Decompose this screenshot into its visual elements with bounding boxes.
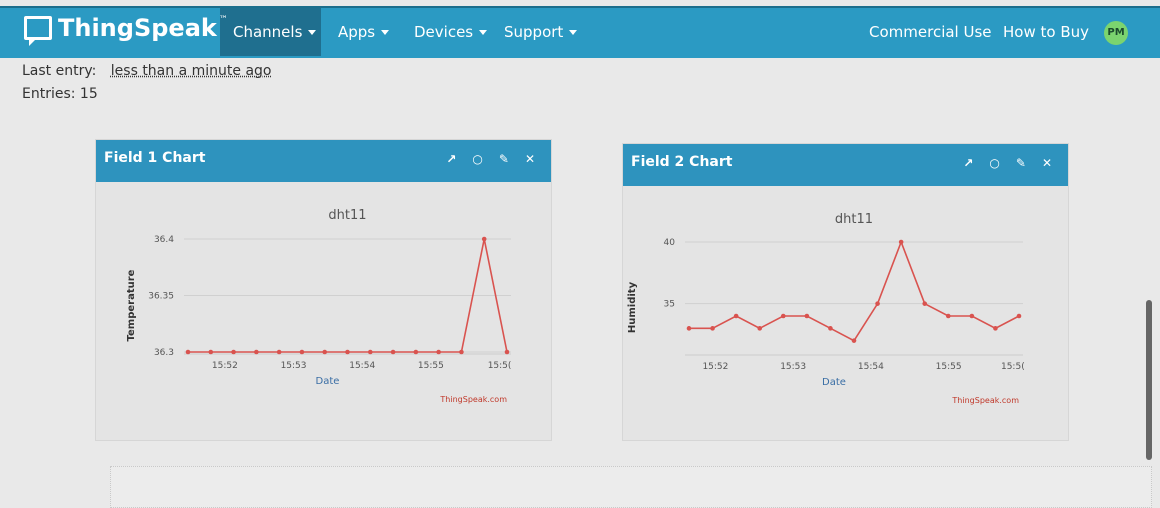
data-point: [390, 349, 396, 355]
nav-commercial-use[interactable]: Commercial Use: [869, 8, 992, 56]
data-point: [780, 313, 786, 319]
data-point: [208, 349, 214, 355]
field1-panel-title: Field 1 Chart: [104, 150, 206, 166]
nav-channels[interactable]: Channels: [233, 8, 317, 56]
x-axis-label: Date: [316, 376, 340, 387]
nav-support-label: Support: [504, 23, 564, 41]
caret-down-icon: [479, 29, 488, 35]
data-point: [413, 349, 419, 355]
chart-title: dht11: [835, 212, 873, 227]
last-entry-value[interactable]: less than a minute ago: [111, 63, 272, 79]
data-point: [254, 349, 259, 355]
data-point: [231, 349, 236, 355]
pencil-icon[interactable]: ✎: [499, 152, 509, 166]
caret-down-icon: [381, 29, 390, 35]
data-point: [922, 301, 928, 306]
data-point: [345, 349, 350, 355]
close-icon[interactable]: ✕: [1042, 156, 1052, 170]
top-navbar: ThingSpeak ™ Channels Apps Devices Suppo…: [0, 6, 1160, 58]
data-point: [710, 326, 715, 331]
chat-bubble-icon: [24, 16, 52, 46]
nav-commercial-use-label: Commercial Use: [869, 23, 992, 41]
x-tick-label: 15:55: [418, 361, 444, 371]
data-point: [299, 349, 305, 355]
nav-support[interactable]: Support: [504, 8, 578, 56]
caret-down-icon: [569, 29, 578, 35]
logo-text: ThingSpeak: [58, 14, 217, 42]
data-point: [504, 349, 510, 355]
logo-tm: ™: [218, 15, 228, 25]
series-line: [689, 239, 1020, 342]
next-panel-placeholder: [110, 466, 1152, 508]
y-axis-label: Temperature: [126, 269, 137, 341]
y-tick-label: 36.3: [154, 348, 174, 358]
data-point: [733, 313, 739, 319]
external-link-icon[interactable]: ↗: [963, 156, 973, 170]
data-point: [459, 349, 464, 355]
chart-credit: ThingSpeak.com: [951, 396, 1019, 405]
field2-chart-panel: Field 2 Chart ↗ ○ ✎ ✕ dht11 35 40 15:52 15:5…: [622, 143, 1069, 441]
pencil-icon[interactable]: ✎: [1016, 156, 1026, 170]
x-tick-label: 15:54: [858, 362, 884, 372]
y-tick-label: 40: [664, 238, 676, 248]
field1-chart-panel: Field 1 Chart ↗ ○ ✎ ✕ dht11 36.3 36.35 36.4…: [95, 139, 552, 441]
y-tick-label: 36.35: [148, 292, 174, 302]
x-tick-label: 15:53: [780, 362, 806, 372]
chart-credit: ThingSpeak.com: [439, 395, 507, 404]
entries-count: Entries: 15: [22, 86, 98, 102]
data-point: [945, 313, 951, 319]
caret-down-icon: [308, 29, 317, 35]
data-point: [1016, 313, 1022, 319]
x-tick-label: 15:53: [281, 361, 307, 371]
data-point: [481, 236, 487, 242]
y-axis-label: Humidity: [627, 281, 638, 333]
data-point: [993, 326, 998, 331]
comment-icon[interactable]: ○: [989, 156, 999, 170]
data-point: [185, 349, 191, 355]
field1-panel-header: Field 1 Chart ↗ ○ ✎ ✕: [96, 140, 551, 182]
field2-chart: dht11 35 40 15:52 15:53 15:54 15:55 15:5( Date Hu…: [627, 212, 1025, 405]
data-point: [898, 239, 904, 245]
x-tick-label: 15:5(: [1001, 362, 1025, 372]
x-tick-label: 15:55: [936, 362, 962, 372]
nav-devices[interactable]: Devices: [414, 8, 488, 56]
y-tick-label: 35: [664, 300, 675, 310]
x-tick-label: 15:5(: [488, 361, 512, 371]
comment-icon[interactable]: ○: [472, 152, 482, 166]
last-entry-label: Last entry:: [22, 63, 97, 79]
nav-devices-label: Devices: [414, 23, 474, 41]
y-tick-label: 36.4: [154, 235, 174, 245]
data-point: [367, 349, 373, 355]
data-point: [875, 301, 880, 306]
data-point: [686, 326, 692, 331]
data-point: [851, 338, 857, 343]
field1-chart: dht11 36.3 36.35 36.4 15:52 15:53 15:54 15:55 15…: [126, 208, 512, 404]
nav-how-to-buy[interactable]: How to Buy: [1003, 8, 1089, 56]
nav-how-to-buy-label: How to Buy: [1003, 23, 1089, 41]
data-point: [757, 326, 763, 331]
data-point: [436, 349, 441, 355]
data-point: [804, 313, 810, 319]
nav-apps-label: Apps: [338, 23, 376, 41]
x-axis-label: Date: [822, 377, 846, 388]
data-point: [276, 349, 282, 355]
x-tick-label: 15:52: [212, 361, 238, 371]
thingspeak-logo[interactable]: ThingSpeak ™: [24, 14, 228, 46]
field2-panel-header: Field 2 Chart ↗ ○ ✎ ✕: [623, 144, 1068, 186]
external-link-icon[interactable]: ↗: [446, 152, 456, 166]
page-scrollbar[interactable]: [1146, 300, 1152, 460]
last-entry-row: Last entry: less than a minute ago: [22, 63, 271, 79]
nav-channels-label: Channels: [233, 23, 303, 41]
x-tick-label: 15:54: [349, 361, 375, 371]
data-point: [322, 349, 328, 355]
chart-title: dht11: [328, 208, 366, 223]
data-point: [828, 326, 833, 331]
x-tick-label: 15:52: [702, 362, 728, 372]
field2-panel-title: Field 2 Chart: [631, 154, 733, 170]
data-point: [969, 313, 975, 319]
close-icon[interactable]: ✕: [525, 152, 535, 166]
nav-apps[interactable]: Apps: [338, 8, 390, 56]
user-avatar[interactable]: PM: [1104, 21, 1128, 45]
